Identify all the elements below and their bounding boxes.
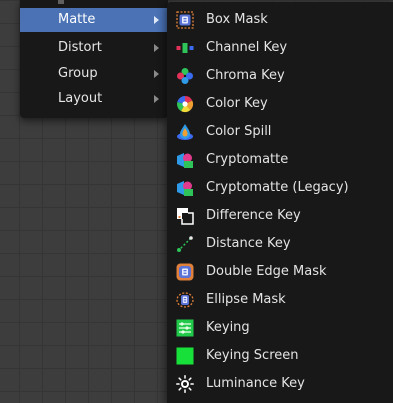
submenu-item-label: Keying (206, 320, 250, 335)
cryptomatte-icon (176, 151, 194, 169)
submenu-item-label: Difference Key (206, 208, 301, 223)
submenu-item-cryptomatte[interactable]: Cryptomatte (167, 146, 393, 174)
keying-icon (176, 319, 194, 337)
submenu-item-label: Box Mask (206, 12, 268, 27)
submenu-item-keying[interactable]: Keying (167, 314, 393, 342)
color-spill-icon (176, 123, 194, 141)
menu-item-label: Distort (58, 40, 102, 55)
menu-item-group[interactable]: Group (20, 62, 168, 86)
color-key-icon (176, 95, 194, 113)
menu-item-label: Matte (58, 12, 96, 27)
submenu-item-box-mask[interactable]: Box Mask (167, 6, 393, 34)
add-node-category-menu: Matte Distort Group Layout (20, 0, 168, 118)
submenu-item-label: Color Spill (206, 124, 272, 139)
menu-top-fragment (58, 0, 64, 4)
submenu-item-cryptomatte-legacy[interactable]: Cryptomatte (Legacy) (167, 174, 393, 202)
menu-item-label: Group (58, 66, 98, 81)
submenu-item-label: Keying Screen (206, 348, 299, 363)
matte-submenu: Box Mask Channel Key Chroma Key Color Ke… (167, 2, 393, 403)
menu-item-distort[interactable]: Distort (20, 36, 168, 60)
keying-screen-icon (176, 347, 194, 365)
submenu-item-difference-key[interactable]: Difference Key (167, 202, 393, 230)
submenu-item-label: Cryptomatte (Legacy) (206, 180, 349, 195)
submenu-arrow-icon (154, 70, 159, 78)
submenu-arrow-icon (154, 95, 159, 103)
submenu-item-color-key[interactable]: Color Key (167, 90, 393, 118)
submenu-item-double-edge-mask[interactable]: Double Edge Mask (167, 258, 393, 286)
submenu-item-label: Chroma Key (206, 68, 285, 83)
submenu-item-label: Double Edge Mask (206, 264, 327, 279)
double-edge-mask-icon (176, 263, 194, 281)
menu-item-matte[interactable]: Matte (20, 8, 168, 32)
submenu-item-distance-key[interactable]: Distance Key (167, 230, 393, 258)
cryptomatte-legacy-icon (176, 179, 194, 197)
submenu-item-label: Cryptomatte (206, 152, 289, 167)
submenu-item-ellipse-mask[interactable]: Ellipse Mask (167, 286, 393, 314)
submenu-item-color-spill[interactable]: Color Spill (167, 118, 393, 146)
submenu-item-label: Ellipse Mask (206, 292, 286, 307)
submenu-item-chroma-key[interactable]: Chroma Key (167, 62, 393, 90)
luminance-key-icon (176, 375, 194, 393)
submenu-item-keying-screen[interactable]: Keying Screen (167, 342, 393, 370)
submenu-item-label: Luminance Key (206, 376, 305, 391)
submenu-arrow-icon (154, 44, 159, 52)
submenu-item-label: Channel Key (206, 40, 288, 55)
submenu-item-label: Color Key (206, 96, 268, 111)
submenu-item-luminance-key[interactable]: Luminance Key (167, 370, 393, 398)
difference-key-icon (176, 207, 194, 225)
submenu-item-channel-key[interactable]: Channel Key (167, 34, 393, 62)
channel-key-icon (176, 39, 194, 57)
menu-item-layout[interactable]: Layout (20, 87, 168, 111)
submenu-item-label: Distance Key (206, 236, 291, 251)
ellipse-mask-icon (176, 291, 194, 309)
box-mask-icon (176, 11, 194, 29)
submenu-arrow-icon (154, 16, 159, 24)
menu-item-label: Layout (58, 91, 103, 106)
chroma-key-icon (176, 67, 194, 85)
distance-key-icon (176, 235, 194, 253)
